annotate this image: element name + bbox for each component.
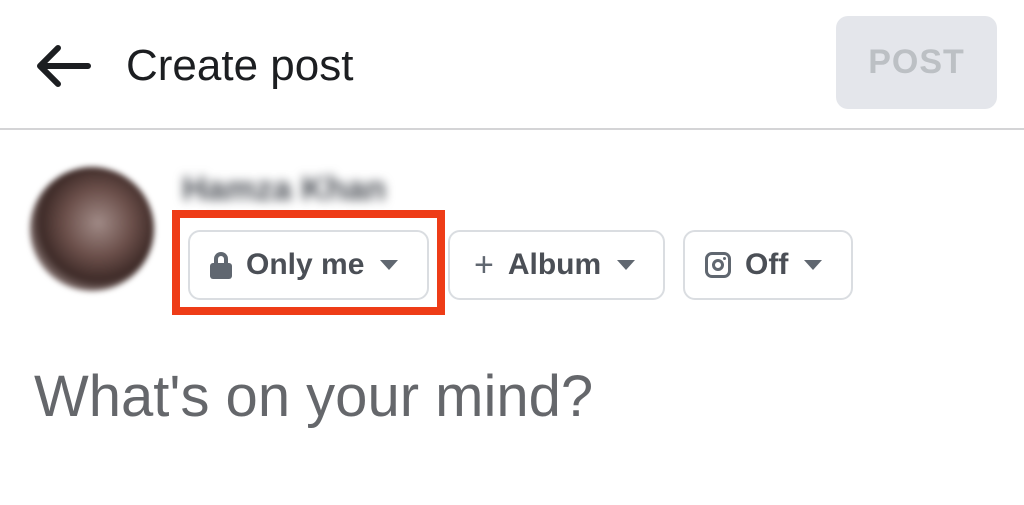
- back-button[interactable]: [30, 38, 94, 94]
- avatar: [30, 167, 154, 291]
- caret-down-icon: [617, 260, 636, 270]
- caret-down-icon: [804, 260, 823, 270]
- plus-icon: +: [474, 246, 494, 284]
- header-bar: Create post POST: [0, 0, 1024, 130]
- post-composer-input[interactable]: What's on your mind?: [34, 362, 593, 432]
- page-title: Create post: [126, 41, 354, 90]
- album-label: Album: [507, 248, 602, 281]
- create-post-screen: Create post POST Hamza Khan Only me + Al…: [0, 0, 1024, 505]
- instagram-icon: [705, 252, 731, 278]
- user-name: Hamza Khan: [182, 170, 387, 208]
- arrow-left-icon: [37, 45, 91, 87]
- album-selector[interactable]: + Album: [448, 230, 665, 300]
- post-button[interactable]: POST: [836, 16, 997, 109]
- highlight-annotation: [172, 210, 445, 315]
- instagram-label: Off: [745, 248, 789, 281]
- instagram-toggle[interactable]: Off: [683, 230, 853, 300]
